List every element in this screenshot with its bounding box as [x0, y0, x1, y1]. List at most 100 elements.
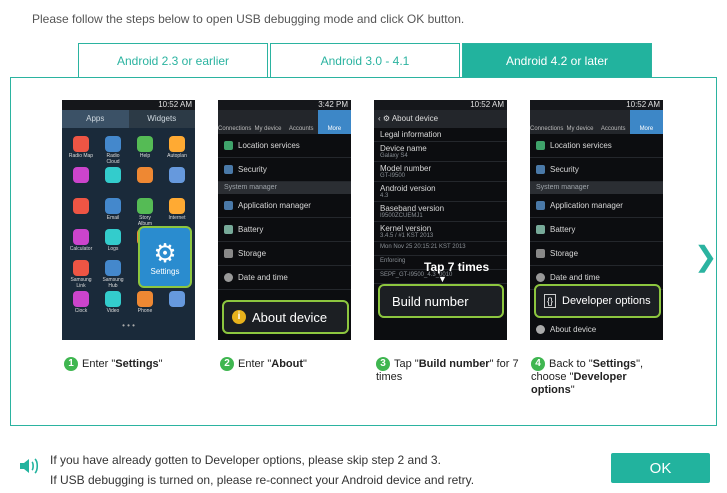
- app-icon: Help: [132, 136, 158, 159]
- tab-apps: Apps: [62, 110, 129, 128]
- tab-widgets: Widgets: [147, 114, 177, 123]
- app-glyph-icon: [73, 167, 89, 183]
- app-icon: [164, 291, 190, 308]
- about-device-callout: i About device: [222, 300, 349, 334]
- about-row: Baseband version I9500ZCUEMJ1: [374, 202, 507, 222]
- about-row-value: Galaxy S4: [380, 153, 408, 159]
- app-icon: Phone: [132, 291, 158, 314]
- app-icon: [68, 167, 94, 184]
- about-row: Kernel version 3.4.5 / #1 KST 2013: [374, 222, 507, 242]
- row-app-manager: Application manager: [530, 194, 663, 218]
- about-row: Mon Nov 25 20:15:21 KST 2013: [374, 242, 507, 256]
- down-arrow-icon: ▼: [438, 274, 447, 284]
- app-glyph-icon: [105, 167, 121, 183]
- location-icon: [536, 141, 545, 150]
- about-row-title: Android version: [380, 184, 436, 193]
- braces-icon: {}: [544, 294, 556, 308]
- app-glyph-icon: [73, 136, 89, 152]
- tab-connections: Connections: [530, 126, 564, 132]
- app-icon: Radio Cloud: [100, 136, 126, 165]
- about-row-title: Model number: [380, 164, 432, 173]
- row-security: Security: [530, 158, 663, 182]
- section-system-manager: System manager: [530, 182, 663, 194]
- step-number: 3: [376, 357, 390, 371]
- phone-screenshot-settings: 3:42 PM Connections My device Accounts M…: [218, 100, 351, 340]
- app-label: Radio Map: [68, 153, 94, 159]
- row-battery: Battery: [530, 218, 663, 242]
- app-glyph-icon: [137, 198, 153, 214]
- about-row: Legal information: [374, 128, 507, 142]
- app-grid: Radio Map Radio Cloud Help Autoplan Email Sto…: [62, 128, 195, 318]
- steps-panel: 10:52 AM Apps Widgets Radio Map Radio Clo…: [10, 77, 717, 426]
- step-4: 4 Back to "Settings", choose "Developer o…: [531, 357, 644, 396]
- app-icon: Email: [100, 198, 126, 221]
- app-glyph-icon: [169, 291, 185, 307]
- about-row-title: Legal information: [380, 130, 442, 139]
- status-bar: 10:52 AM: [62, 100, 195, 110]
- footer-line-1: If you have already gotten to Developer …: [50, 453, 441, 467]
- app-icon: Autoplan: [164, 136, 190, 159]
- app-label: Radio Cloud: [106, 153, 120, 165]
- gear-icon: ⚙: [153, 237, 177, 268]
- app-glyph-icon: [105, 291, 121, 307]
- app-glyph-icon: [73, 260, 89, 276]
- settings-callout-label: Settings: [150, 266, 180, 276]
- tab-my-device: My device: [566, 126, 594, 132]
- about-row-title: Baseband version: [380, 204, 445, 213]
- settings-tabs: Connections My device Accounts More: [530, 110, 663, 134]
- app-glyph-icon: [169, 167, 185, 183]
- status-bar: 10:52 AM: [530, 100, 663, 110]
- app-icon: Clock: [68, 291, 94, 314]
- storage-icon: [536, 249, 545, 258]
- app-glyph-icon: [105, 198, 121, 214]
- page-indicator: • • •: [122, 321, 135, 330]
- about-row-value: 4.3: [380, 193, 389, 199]
- app-glyph-icon: [73, 291, 89, 307]
- app-label: Clock: [74, 308, 88, 314]
- about-row: Android version 4.3: [374, 182, 507, 202]
- developer-options-callout: {} Developer options: [534, 284, 661, 318]
- app-glyph-icon: [137, 291, 153, 307]
- section-system-manager: System manager: [218, 182, 351, 194]
- app-glyph-icon: [105, 260, 121, 276]
- app-glyph-icon: [105, 136, 121, 152]
- android-version-tabs: Android 2.3 or earlier Android 3.0 - 4.1…: [78, 43, 654, 78]
- row-about-device: About device: [530, 318, 663, 340]
- phone-screenshot-apps: 10:52 AM Apps Widgets Radio Map Radio Clo…: [62, 100, 195, 340]
- about-row: Model number GT-I9500: [374, 162, 507, 182]
- about-row-value: 3.4.5 / #1 KST 2013: [380, 233, 434, 239]
- app-label: Help: [139, 153, 151, 159]
- apps-icon: [536, 201, 545, 210]
- next-arrow-icon[interactable]: ❯: [694, 240, 717, 273]
- row-location: Location services: [218, 134, 351, 158]
- location-icon: [224, 141, 233, 150]
- app-icon: [164, 167, 190, 184]
- app-icon: Calculator: [68, 229, 94, 252]
- tab-accounts: Accounts: [288, 126, 314, 132]
- tab-android-4-2[interactable]: Android 4.2 or later: [462, 43, 652, 78]
- tab-android-3-0[interactable]: Android 3.0 - 4.1: [270, 43, 460, 78]
- row-storage: Storage: [218, 242, 351, 266]
- battery-icon: [224, 225, 233, 234]
- clock-icon: [224, 273, 233, 282]
- app-label: Calculator: [69, 246, 93, 252]
- tab-android-2-3[interactable]: Android 2.3 or earlier: [78, 43, 268, 78]
- app-glyph-icon: [137, 136, 153, 152]
- settings-callout: ⚙ Settings: [138, 226, 192, 288]
- about-row: Device name Galaxy S4: [374, 142, 507, 162]
- ok-button[interactable]: OK: [611, 453, 710, 483]
- app-icon: Video: [100, 291, 126, 314]
- app-icon: [68, 198, 94, 215]
- app-icon: Radio Map: [68, 136, 94, 159]
- app-glyph-icon: [73, 229, 89, 245]
- step-1: 1 Enter "Settings": [64, 357, 163, 371]
- step-3: 3 Tap "Build number" for 7 times: [376, 357, 519, 383]
- about-row-value: Mon Nov 25 20:15:21 KST 2013: [380, 244, 466, 250]
- app-label: Phone: [137, 308, 153, 314]
- footer-line-2: If USB debugging is turned on, please re…: [50, 473, 475, 487]
- app-label: Samsung Hub: [102, 277, 124, 289]
- about-header: ‹ ⚙ About device: [374, 110, 507, 128]
- about-row-title: Kernel version: [380, 224, 432, 233]
- row-storage: Storage: [530, 242, 663, 266]
- tab-connections: Connections: [218, 126, 252, 132]
